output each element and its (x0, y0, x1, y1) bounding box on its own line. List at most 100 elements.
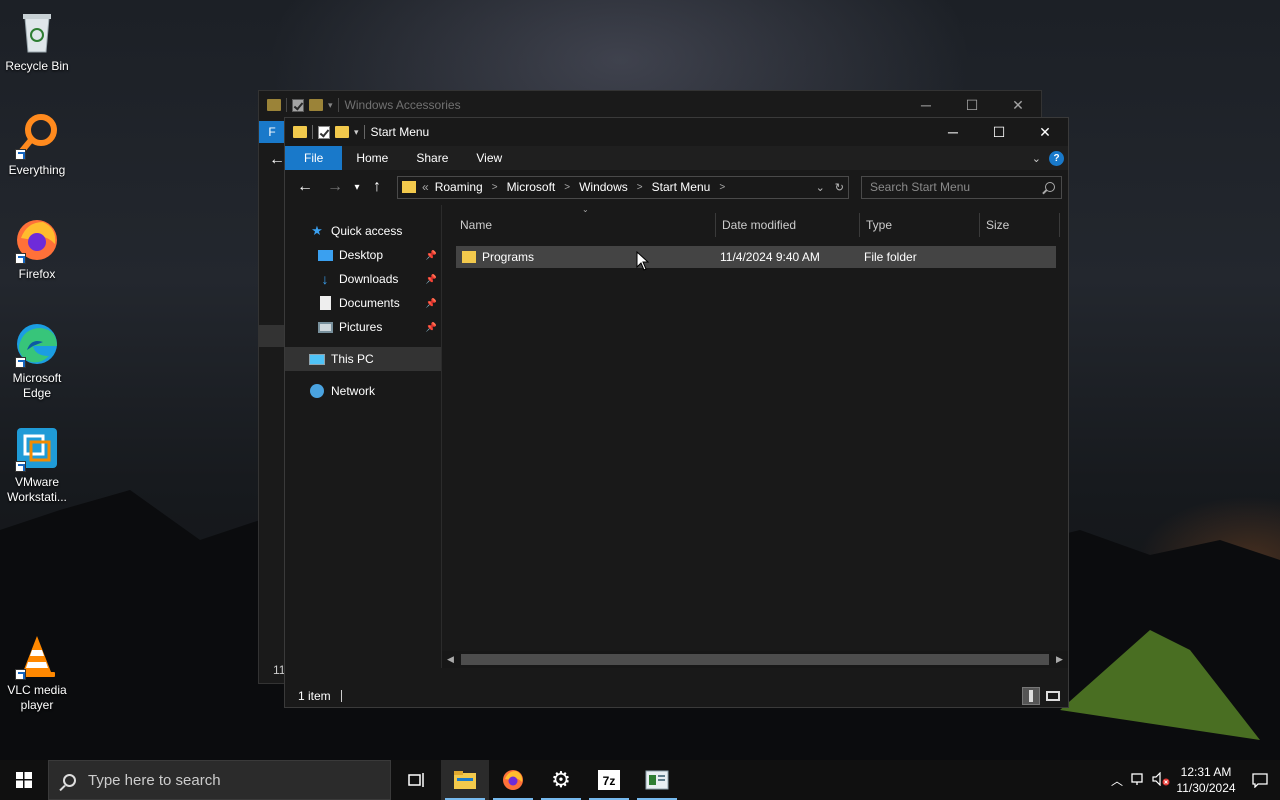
desktop-icon-firefox[interactable]: Firefox (0, 216, 74, 282)
nav-pictures[interactable]: Pictures 📌 (285, 315, 441, 339)
windows-logo-icon (16, 772, 32, 788)
file-explorer-icon (454, 771, 476, 789)
up-button[interactable]: ↑ (365, 178, 389, 196)
column-name[interactable]: Name (442, 213, 716, 237)
window-start-menu[interactable]: ▾ Start Menu ─ ☐ ✕ File Home Share View … (284, 117, 1069, 708)
7zip-icon: 7z (598, 770, 620, 790)
chevron-right-icon[interactable]: > (719, 182, 725, 193)
show-hidden-icons-icon[interactable]: ︿ (1106, 772, 1128, 789)
recent-locations-button[interactable]: ▾ (349, 182, 365, 193)
new-folder-icon[interactable] (335, 126, 349, 138)
tab-view[interactable]: View (462, 146, 516, 170)
column-date-modified[interactable]: Date modified (716, 213, 860, 237)
taskbar-firefox[interactable] (489, 760, 537, 800)
volume-muted-icon[interactable] (1150, 771, 1172, 789)
pin-icon: 📌 (425, 297, 437, 308)
recycle-bin-icon (13, 8, 61, 56)
window-title: Start Menu (370, 125, 430, 139)
action-center-button[interactable] (1240, 772, 1280, 788)
customize-toolbar-icon[interactable]: ▾ (354, 127, 359, 138)
address-bar[interactable]: « Roaming > Microsoft > Windows > Start … (397, 175, 849, 199)
tab-file[interactable]: File (285, 146, 343, 170)
tab-share[interactable]: Share (402, 146, 462, 170)
desktop-icon-edge[interactable]: Microsoft Edge (0, 320, 74, 401)
desktop-icon-everything[interactable]: Everything (0, 112, 74, 178)
expand-ribbon-icon[interactable]: ⌄ (1032, 152, 1041, 165)
chevron-right-icon[interactable]: > (637, 182, 643, 193)
desktop-icon-recycle-bin[interactable]: Recycle Bin (0, 8, 74, 74)
back-button[interactable]: ← (293, 178, 317, 196)
taskbar-app[interactable] (633, 760, 681, 800)
breadcrumb-start-menu[interactable]: Start Menu (652, 180, 711, 194)
file-row-programs[interactable]: Programs 11/4/2024 9:40 AM File folder (456, 246, 1056, 268)
forward-button[interactable]: → (323, 178, 347, 196)
pictures-icon (317, 320, 333, 334)
nav-documents[interactable]: Documents 📌 (285, 291, 441, 315)
tab-home[interactable]: Home (342, 146, 402, 170)
minimize-button[interactable]: ─ (930, 124, 976, 141)
column-size[interactable]: Size (980, 213, 1060, 237)
nav-network[interactable]: Network (285, 379, 441, 403)
taskbar-settings[interactable]: ⚙ (537, 760, 585, 800)
taskbar-file-explorer[interactable] (441, 760, 489, 800)
title-bar[interactable]: ▾ Windows Accessories ─ ☐ ✕ (259, 91, 1041, 119)
breadcrumb-windows[interactable]: Windows (579, 180, 628, 194)
download-icon: ↓ (321, 271, 329, 287)
scroll-thumb[interactable] (461, 654, 1049, 665)
everything-icon (13, 112, 61, 160)
file-list[interactable]: ⌄ Name Date modified Type Size Programs … (442, 205, 1068, 668)
address-dropdown-icon[interactable]: ⌄ (816, 181, 825, 194)
help-icon[interactable]: ? (1049, 150, 1064, 166)
taskbar-7zip[interactable]: 7z (585, 760, 633, 800)
navigation-bar: ← → ▾ ↑ « Roaming > Microsoft > Windows … (285, 170, 1068, 204)
window-app-icon (645, 770, 669, 790)
clock-date: 11/30/2024 (1176, 781, 1236, 795)
chevron-right-icon[interactable]: > (564, 182, 570, 193)
search-input[interactable]: Search Start Menu (861, 175, 1062, 199)
nav-this-pc[interactable]: This PC (285, 347, 441, 371)
details-view-icon[interactable] (1022, 687, 1040, 705)
scroll-left-icon[interactable]: ◀ (442, 654, 459, 665)
close-button[interactable]: ✕ (995, 97, 1041, 114)
column-type[interactable]: Type (860, 213, 980, 237)
notification-icon (1252, 772, 1268, 788)
horizontal-scrollbar[interactable]: ◀ ▶ (442, 651, 1068, 668)
sort-indicator-icon: ⌄ (582, 205, 589, 214)
title-bar[interactable]: ▾ Start Menu ─ ☐ ✕ (285, 118, 1068, 146)
gear-icon: ⚙ (551, 767, 571, 792)
properties-icon (292, 98, 304, 112)
maximize-button[interactable]: ☐ (949, 97, 995, 114)
task-view-icon (408, 773, 424, 787)
system-clock[interactable]: 12:31 AM 11/30/2024 (1172, 764, 1240, 796)
breadcrumb-roaming[interactable]: Roaming (435, 180, 483, 194)
minimize-button[interactable]: ─ (903, 97, 949, 114)
properties-icon[interactable] (318, 125, 330, 139)
nav-desktop[interactable]: Desktop 📌 (285, 243, 441, 267)
large-icons-view-icon[interactable] (1044, 687, 1062, 705)
desktop-icon (317, 248, 333, 262)
network-status-icon[interactable] (1128, 772, 1150, 789)
pin-icon: 📌 (425, 273, 437, 284)
edge-icon (13, 320, 61, 368)
breadcrumb-overflow[interactable]: « (422, 180, 429, 194)
task-view-button[interactable] (393, 760, 441, 800)
desktop-icon-vmware[interactable]: VMware Workstati... (0, 424, 74, 505)
chevron-right-icon[interactable]: > (492, 182, 498, 193)
refresh-icon[interactable]: ↻ (835, 181, 844, 194)
close-button[interactable]: ✕ (1022, 124, 1068, 141)
start-button[interactable] (0, 760, 48, 800)
taskbar-search-input[interactable]: Type here to search (48, 760, 391, 800)
desktop-icon-vlc[interactable]: VLC media player (0, 632, 74, 713)
back-arrow-icon[interactable]: ← (269, 151, 285, 169)
scroll-right-icon[interactable]: ▶ (1051, 654, 1068, 665)
maximize-button[interactable]: ☐ (976, 124, 1022, 141)
folder-icon (462, 251, 476, 263)
navigation-pane: ★ Quick access Desktop 📌 ↓ Downloads 📌 D… (285, 205, 442, 668)
nav-quick-access[interactable]: ★ Quick access (285, 219, 441, 243)
nav-downloads[interactable]: ↓ Downloads 📌 (285, 267, 441, 291)
breadcrumb-microsoft[interactable]: Microsoft (507, 180, 556, 194)
pin-icon: 📌 (425, 321, 437, 332)
tab-file[interactable]: F (259, 121, 285, 143)
svg-text:7z: 7z (603, 774, 616, 788)
computer-icon (309, 352, 325, 366)
